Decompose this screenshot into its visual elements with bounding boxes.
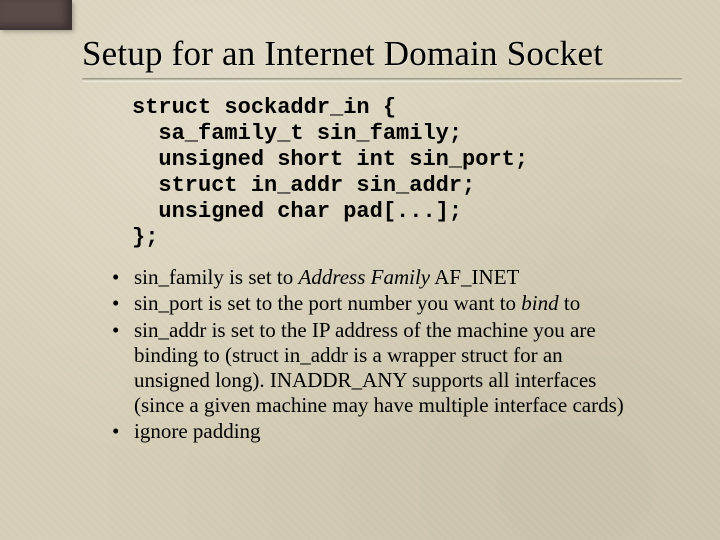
slide: Setup for an Internet Domain Socket stru… [0, 0, 720, 540]
bullet-emph: bind [521, 291, 558, 315]
code-block: struct sockaddr_in { sa_family_t sin_fam… [132, 95, 680, 251]
bullet-list: sin_family is set to Address Family AF_I… [112, 265, 640, 444]
bullet-text: ignore padding [134, 419, 261, 443]
list-item: sin_port is set to the port number you w… [112, 291, 640, 316]
bullet-text: AF_INET [430, 265, 519, 289]
bullet-text: sin_addr is set to the IP address of the… [134, 318, 624, 416]
list-item: ignore padding [112, 419, 640, 444]
bullet-text: sin_port is set to the port number you w… [134, 291, 521, 315]
bullet-text: to [559, 291, 581, 315]
corner-accent [0, 0, 72, 30]
page-title: Setup for an Internet Domain Socket [82, 34, 680, 74]
bullet-text: sin_family is set to [134, 265, 299, 289]
list-item: sin_family is set to Address Family AF_I… [112, 265, 640, 290]
list-item: sin_addr is set to the IP address of the… [112, 318, 640, 417]
title-underline [82, 78, 682, 81]
bullet-emph: Address Family [299, 265, 431, 289]
